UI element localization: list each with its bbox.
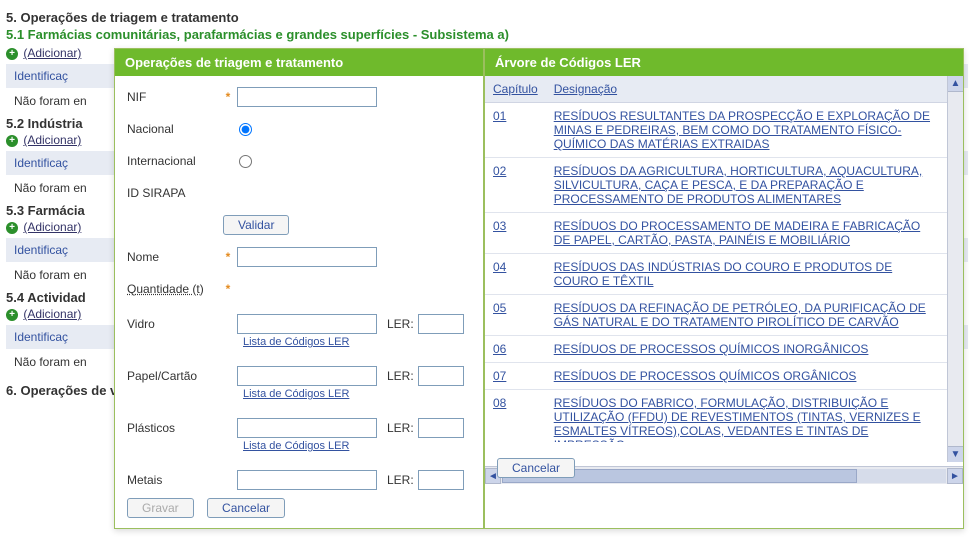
chapter-link[interactable]: 06 [493,342,506,356]
table-row: 03 RESÍDUOS DO PROCESSAMENTO DE MADEIRA E… [485,213,947,254]
metais-label: Metais [127,473,223,487]
ler-tree-panel: Árvore de Códigos LER Capítulo Designaçã… [484,48,964,529]
nif-label: NIF [127,90,223,104]
plus-icon: + [6,135,18,147]
chapter-link[interactable]: 03 [493,219,506,233]
required-icon: * [223,282,233,296]
chapter-link[interactable]: 05 [493,301,506,315]
papel-label: Papel/Cartão [127,369,223,383]
table-row: 08 RESÍDUOS DO FABRICO, FORMULAÇÃO, DISTR… [485,390,947,443]
radio-internacional[interactable] [239,155,252,168]
table-row: 06 RESÍDUOS DE PROCESSOS QUÍMICOS INORGÂN… [485,336,947,363]
table-row: 05 RESÍDUOS DA REFINAÇÃO DE PETRÓLEO, DA … [485,295,947,336]
add-link[interactable]: (Adicionar) [23,220,81,234]
validar-button[interactable]: Validar [223,215,289,235]
designation-link[interactable]: RESÍDUOS DAS INDÚSTRIAS DO COURO E PRODU… [554,260,893,288]
plasticos-input[interactable] [237,418,377,438]
idsirapa-label: ID SIRAPA [127,186,223,200]
plus-icon: + [6,48,18,60]
ler-tree-title: Árvore de Códigos LER [485,49,963,76]
internacional-label: Internacional [127,154,223,168]
ler-list-link[interactable]: Lista de Códigos LER [243,440,471,452]
scroll-down-icon[interactable]: ▼ [948,446,963,462]
add-link[interactable]: (Adicionar) [23,46,81,60]
designation-link[interactable]: RESÍDUOS DO FABRICO, FORMULAÇÃO, DISTRIB… [554,396,921,442]
ler-list-link[interactable]: Lista de Códigos LER [243,336,471,348]
ler-label: LER: [387,421,414,435]
table-row: 04 RESÍDUOS DAS INDÚSTRIAS DO COURO E PRO… [485,254,947,295]
gravar-button: Gravar [127,498,194,518]
metais-input[interactable] [237,470,377,490]
tree-cancel-button[interactable]: Cancelar [497,458,575,478]
cancelar-button[interactable]: Cancelar [207,498,285,518]
papel-ler-input[interactable] [418,366,464,386]
material-metais: Metais * LER: [127,470,471,490]
scroll-up-icon[interactable]: ▲ [948,76,963,92]
designation-link[interactable]: RESÍDUOS DE PROCESSOS QUÍMICOS INORGÂNIC… [554,342,869,356]
chapter-link[interactable]: 07 [493,369,506,383]
plus-icon: + [6,309,18,321]
chapter-link[interactable]: 04 [493,260,506,274]
table-row: 02 RESÍDUOS DA AGRICULTURA, HORTICULTURA,… [485,158,947,213]
plasticos-ler-input[interactable] [418,418,464,438]
designation-link[interactable]: RESÍDUOS DO PROCESSAMENTO DE MADEIRA E F… [554,219,921,247]
table-row: 01 RESÍDUOS RESULTANTES DA PROSPECÇÃO E E… [485,103,947,158]
section-5-title: 5. Operações de triagem e tratamento [6,10,968,25]
chapter-link[interactable]: 02 [493,164,506,178]
ler-label: LER: [387,369,414,383]
designation-link[interactable]: RESÍDUOS RESULTANTES DA PROSPECÇÃO E EXP… [554,109,930,151]
ler-label: LER: [387,317,414,331]
plasticos-label: Plásticos [127,421,223,435]
chapter-link[interactable]: 08 [493,396,506,410]
form-panel: Operações de triagem e tratamento NIF * … [114,48,484,529]
col-designacao[interactable]: Designação [546,76,947,103]
nacional-label: Nacional [127,122,223,136]
designation-link[interactable]: RESÍDUOS DA REFINAÇÃO DE PETRÓLEO, DA PU… [554,301,926,329]
nome-label: Nome [127,250,223,264]
metais-ler-input[interactable] [418,470,464,490]
quantidade-label: Quantidade (t) [127,282,223,296]
dialog-layer: Operações de triagem e tratamento NIF * … [114,48,964,529]
section-51-title: 5.1 Farmácias comunitárias, parafarmácia… [6,27,968,42]
material-papel: Papel/Cartão * LER: Lista de Códigos LER [127,366,471,400]
nif-input[interactable] [237,87,377,107]
material-plasticos: Plásticos * LER: Lista de Códigos LER [127,418,471,452]
designation-link[interactable]: RESÍDUOS DE PROCESSOS QUÍMICOS ORGÂNICOS [554,369,857,383]
add-link[interactable]: (Adicionar) [23,133,81,147]
material-vidro: Vidro * LER: Lista de Códigos LER [127,314,471,348]
required-icon: * [223,250,233,264]
add-link[interactable]: (Adicionar) [23,307,81,321]
scrollbar-vertical[interactable]: ▲ ▼ [947,76,963,462]
required-icon: * [223,90,233,104]
col-capitulo[interactable]: Capítulo [485,76,546,103]
radio-nacional[interactable] [239,123,252,136]
designation-link[interactable]: RESÍDUOS DA AGRICULTURA, HORTICULTURA, A… [554,164,923,206]
vidro-label: Vidro [127,317,223,331]
papel-input[interactable] [237,366,377,386]
chapter-link[interactable]: 01 [493,109,506,123]
ler-table: Capítulo Designação 01 RESÍDUOS RESULTANT… [485,76,947,442]
nome-input[interactable] [237,247,377,267]
ler-label: LER: [387,473,414,487]
plus-icon: + [6,222,18,234]
ler-list-link[interactable]: Lista de Códigos LER [243,388,471,400]
vidro-ler-input[interactable] [418,314,464,334]
table-row: 07 RESÍDUOS DE PROCESSOS QUÍMICOS ORGÂNIC… [485,363,947,390]
form-title: Operações de triagem e tratamento [115,49,483,76]
vidro-input[interactable] [237,314,377,334]
scroll-right-icon[interactable]: ► [947,468,963,484]
